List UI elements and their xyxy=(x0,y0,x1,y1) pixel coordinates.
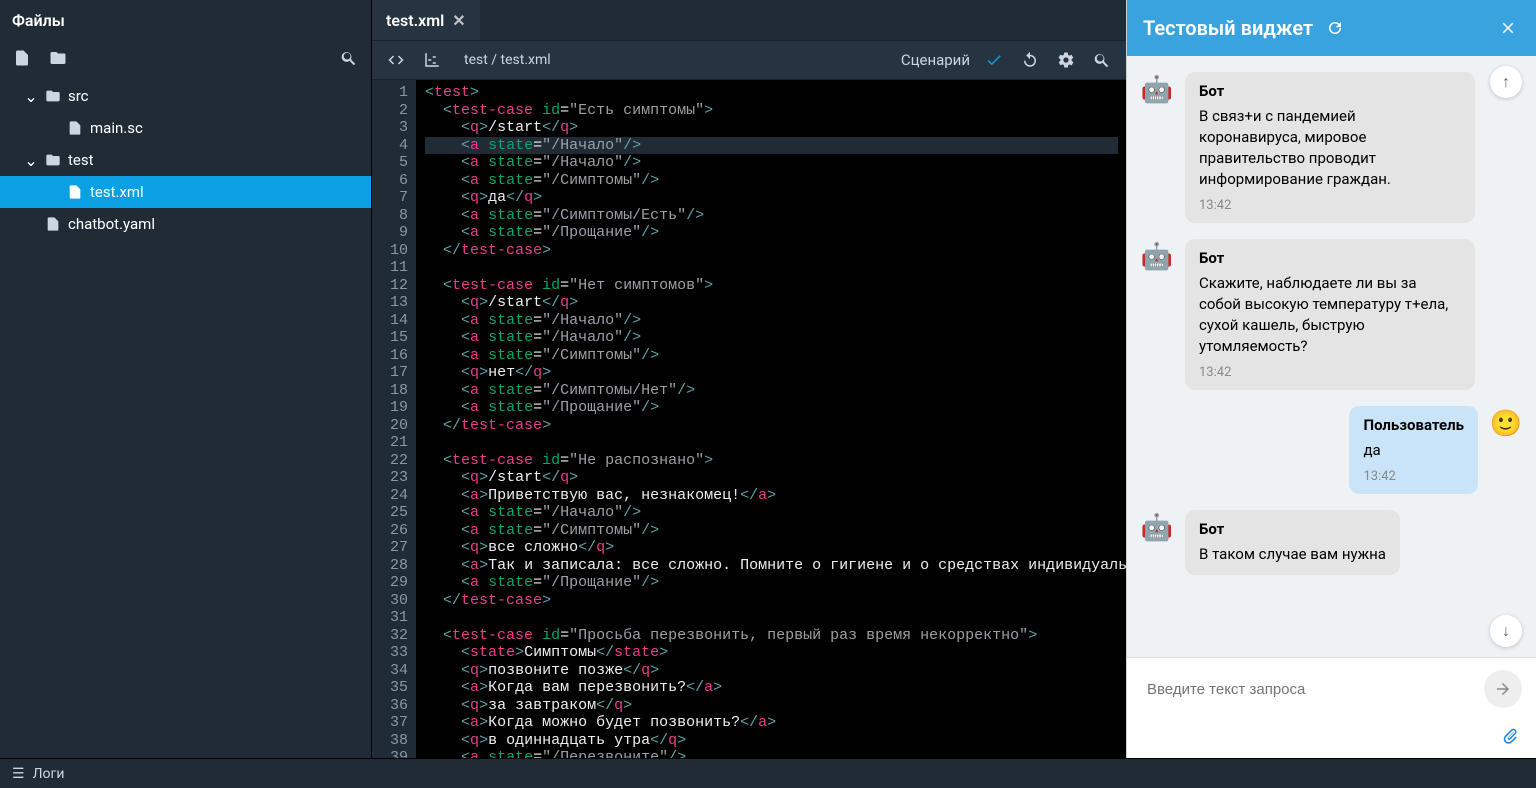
chat-text: да xyxy=(1363,440,1464,461)
settings-button[interactable] xyxy=(1054,48,1078,72)
code-editor[interactable]: 1234567891011121314151617181920212223242… xyxy=(372,80,1126,758)
tree-item[interactable]: test.xml xyxy=(0,176,371,208)
tree-item[interactable]: ⌄ test xyxy=(0,144,371,176)
tree-item[interactable]: ⌄ src xyxy=(0,80,371,112)
chat-bubble: Пользователь да 13:42 xyxy=(1349,406,1478,494)
chat-input-bar xyxy=(1127,657,1536,720)
tree-item-label: main.sc xyxy=(90,119,143,137)
chat-time: 13:42 xyxy=(1199,198,1461,213)
chat-text: В таком случае вам нужна xyxy=(1199,544,1386,565)
close-tab-icon[interactable]: ✕ xyxy=(452,11,465,30)
chat-text: Скажите, наблюдаете ли вы за собой высок… xyxy=(1199,273,1461,357)
chat-message: 🤖 Бот В таком случае вам нужна xyxy=(1139,510,1524,575)
sidebar-toolbar xyxy=(0,40,371,76)
chat-title: Тестовый виджет xyxy=(1143,16,1313,40)
chat-header: Тестовый виджет xyxy=(1127,0,1536,56)
send-button[interactable] xyxy=(1484,670,1522,708)
chevron-icon: ⌄ xyxy=(24,151,38,170)
chat-message: Пользователь да 13:42 🙂 xyxy=(1139,406,1524,494)
search-files-button[interactable] xyxy=(337,46,361,70)
scenario-label: Сценарий xyxy=(901,51,970,69)
folder-icon xyxy=(44,151,62,169)
chat-sender: Бот xyxy=(1199,520,1386,538)
chat-message: 🤖 Бот В связ+и с пандемией коронавируса,… xyxy=(1139,72,1524,223)
attach-row xyxy=(1127,720,1536,758)
chat-input[interactable] xyxy=(1141,671,1474,708)
tree-item[interactable]: chatbot.yaml xyxy=(0,208,371,240)
app-root: Файлы ⌄ src main.sc ⌄ test test.xml chat… xyxy=(0,0,1536,758)
editor-toolbar: test / test.xml Сценарий xyxy=(372,40,1126,80)
new-file-button[interactable] xyxy=(10,46,34,70)
chat-time: 13:42 xyxy=(1363,469,1464,484)
editor-area: test.xml ✕ test / test.xml Сценарий 1234… xyxy=(372,0,1126,758)
refresh-chat-button[interactable] xyxy=(1323,16,1347,40)
tree-item[interactable]: main.sc xyxy=(0,112,371,144)
close-chat-button[interactable] xyxy=(1496,16,1520,40)
file-icon xyxy=(66,119,84,137)
new-folder-button[interactable] xyxy=(46,46,70,70)
tree-item-label: chatbot.yaml xyxy=(68,215,155,233)
breadcrumb: test / test.xml xyxy=(456,48,889,72)
sidebar-title: Файлы xyxy=(12,11,65,30)
chat-bubble: Бот В таком случае вам нужна xyxy=(1185,510,1400,575)
logs-label[interactable]: Логи xyxy=(33,766,65,782)
attach-button[interactable] xyxy=(1498,724,1522,748)
chat-bubble: Бот Скажите, наблюдаете ли вы за собой в… xyxy=(1185,239,1475,390)
chat-body[interactable]: ↑ ↓ 🤖 Бот В связ+и с пандемией коронавир… xyxy=(1127,56,1536,657)
bottom-bar: ☰ Логи xyxy=(0,758,1536,788)
tab-bar: test.xml ✕ xyxy=(372,0,1126,40)
scroll-down-button[interactable]: ↓ xyxy=(1490,615,1522,647)
run-check-button[interactable] xyxy=(982,48,1006,72)
avatar: 🤖 xyxy=(1139,239,1175,275)
chat-sender: Бот xyxy=(1199,82,1461,100)
sidebar-header: Файлы xyxy=(0,0,371,40)
file-icon xyxy=(66,183,84,201)
chat-sender: Бот xyxy=(1199,249,1461,267)
test-widget-panel: Тестовый виджет ↑ ↓ 🤖 Бот В связ+и с пан… xyxy=(1126,0,1536,758)
folder-icon xyxy=(44,87,62,105)
chat-message: 🤖 Бот Скажите, наблюдаете ли вы за собой… xyxy=(1139,239,1524,390)
toggle-graph-icon[interactable] xyxy=(420,48,444,72)
avatar: 🤖 xyxy=(1139,510,1175,546)
tab-label: test.xml xyxy=(386,11,444,30)
code-content[interactable]: <test> <test-case id="Есть симптомы"> <q… xyxy=(417,80,1126,758)
scroll-up-button[interactable]: ↑ xyxy=(1490,66,1522,98)
tree-item-label: test xyxy=(68,151,94,169)
chat-time: 13:42 xyxy=(1199,365,1461,380)
avatar: 🤖 xyxy=(1139,72,1175,108)
undo-button[interactable] xyxy=(1018,48,1042,72)
chat-bubble: Бот В связ+и с пандемией коронавируса, м… xyxy=(1185,72,1475,223)
avatar: 🙂 xyxy=(1488,406,1524,442)
tree-item-label: src xyxy=(68,87,89,105)
tree-item-label: test.xml xyxy=(90,183,144,201)
file-tree: ⌄ src main.sc ⌄ test test.xml chatbot.ya… xyxy=(0,76,371,758)
chevron-icon: ⌄ xyxy=(24,87,38,106)
chat-text: В связ+и с пандемией коронавируса, миров… xyxy=(1199,106,1461,190)
file-sidebar: Файлы ⌄ src main.sc ⌄ test test.xml chat… xyxy=(0,0,372,758)
search-code-button[interactable] xyxy=(1090,48,1114,72)
menu-icon[interactable]: ☰ xyxy=(12,766,25,782)
line-gutter: 1234567891011121314151617181920212223242… xyxy=(372,80,417,758)
file-icon xyxy=(44,215,62,233)
chat-sender: Пользователь xyxy=(1363,416,1464,434)
toggle-code-icon[interactable] xyxy=(384,48,408,72)
editor-tab[interactable]: test.xml ✕ xyxy=(372,0,480,40)
